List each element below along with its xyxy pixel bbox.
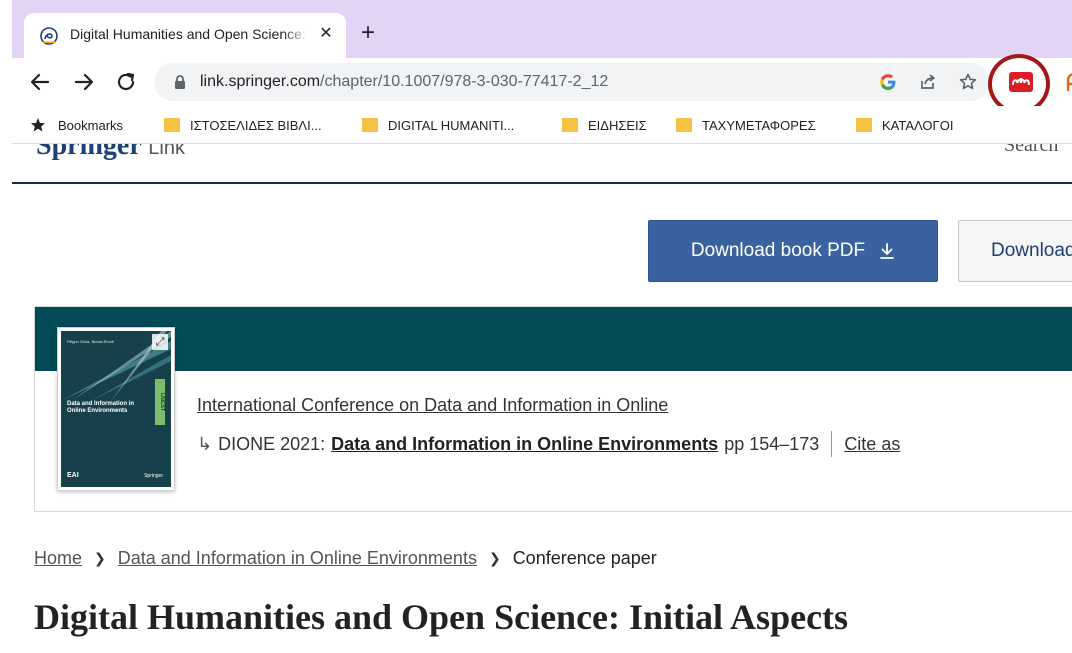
reload-button[interactable] xyxy=(110,66,142,98)
download-book-pdf-button[interactable]: Download book PDF xyxy=(648,220,938,282)
springer-link-logo[interactable]: Springer Link xyxy=(36,144,185,162)
url-text[interactable]: link.springer.com/chapter/10.1007/978-3-… xyxy=(200,73,608,91)
folder-icon xyxy=(362,118,378,132)
book-info-panel: Filippo Gioia, Nicola Ebolli Data and In… xyxy=(34,306,1072,512)
web-page: Springer Link Search Download book PDF D… xyxy=(12,144,1072,653)
cover-publisher-eai: EAI xyxy=(67,472,79,479)
folder-icon xyxy=(562,118,578,132)
site-search-link[interactable]: Search xyxy=(1004,144,1058,157)
book-series-line: ↳ DIONE 2021: Data and Information in On… xyxy=(197,431,900,457)
cover-publisher-springer: Springer xyxy=(144,473,163,479)
share-icon[interactable] xyxy=(916,70,940,94)
url-path: /chapter/10.1007/978-3-030-77417-2_12 xyxy=(320,73,609,90)
forward-button[interactable] xyxy=(68,66,100,98)
expand-cover-icon[interactable]: ⤢ xyxy=(152,334,168,350)
cover-series-strip: LNICST xyxy=(155,379,165,425)
book-title-link[interactable]: Data and Information in Online Environme… xyxy=(331,434,718,455)
cover-title: Data and Information in Online Environme… xyxy=(67,401,135,414)
download-book-epub-button[interactable]: Download xyxy=(958,220,1072,282)
bookmark-folder-taxymetafores[interactable]: ΤΑΧΥΜΕΤΑΦΟΡΕΣ xyxy=(676,115,816,135)
back-button[interactable] xyxy=(24,66,56,98)
springer-favicon-icon xyxy=(40,27,58,45)
breadcrumb-book[interactable]: Data and Information in Online Environme… xyxy=(118,548,477,569)
brand-name: Springer xyxy=(36,144,142,161)
star-icon xyxy=(31,118,45,132)
lock-icon xyxy=(175,75,185,89)
bookmark-label: ΙΣΤΟΣΕΛΙΔΕΣ ΒΙΒΛΙ... xyxy=(190,117,322,133)
bookmark-label: DIGITAL HUMANITI... xyxy=(388,117,515,133)
breadcrumb: Home ❯ Data and Information in Online En… xyxy=(34,548,657,569)
conference-link[interactable]: International Conference on Data and Inf… xyxy=(197,395,668,416)
book-header-band xyxy=(35,307,1072,371)
site-header: Springer Link Search xyxy=(12,144,1072,184)
folder-icon xyxy=(676,118,692,132)
browser-window: Digital Humanities and Open Science: Ini… xyxy=(0,0,1072,653)
breadcrumb-home[interactable]: Home xyxy=(34,548,82,569)
download-icon xyxy=(880,243,895,259)
folder-icon xyxy=(164,118,180,132)
bookmark-star-icon[interactable] xyxy=(956,70,980,94)
book-cover-image: Filippo Gioia, Nicola Ebolli Data and In… xyxy=(61,331,171,487)
chevron-right-icon: ❯ xyxy=(94,550,106,566)
bookmark-label: ΚΑΤΑΛΟΓΟΙ xyxy=(882,117,954,133)
bookmarks-menu[interactable]: Bookmarks xyxy=(30,115,123,135)
conference-acronym: DIONE 2021: xyxy=(218,433,326,454)
arrow-left-icon xyxy=(30,73,50,91)
folder-icon xyxy=(856,118,872,132)
cite-as-link[interactable]: Cite as xyxy=(844,434,900,455)
browser-toolbar: link.springer.com/chapter/10.1007/978-3-… xyxy=(12,58,1072,106)
chapter-title: Digital Humanities and Open Science: Ini… xyxy=(34,597,849,637)
reload-icon xyxy=(117,72,135,91)
brand-suffix: Link xyxy=(148,144,185,159)
cover-author: Filippo Gioia, Nicola Ebolli xyxy=(67,339,114,344)
bookmark-folder-istoselides[interactable]: ΙΣΤΟΣΕΛΙΔΕΣ ΒΙΒΛΙ... xyxy=(164,115,322,135)
breadcrumb-current: Conference paper xyxy=(512,548,657,568)
google-icon[interactable] xyxy=(876,70,900,94)
bookmarks-bar: Bookmarks ΙΣΤΟΣΕΛΙΔΕΣ ΒΙΒΛΙ... DIGITAL H… xyxy=(12,106,1072,144)
browser-tab[interactable]: Digital Humanities and Open Science: Ini… xyxy=(24,13,346,58)
tab-strip: Digital Humanities and Open Science: Ini… xyxy=(12,0,1072,58)
highlight-circle xyxy=(988,54,1050,114)
return-arrow-icon: ↳ xyxy=(197,433,213,454)
bookmark-label: ΕΙΔΗΣΕΙΣ xyxy=(588,117,647,133)
download-book-pdf-label: Download book PDF xyxy=(690,240,866,261)
bookmark-folder-katalogoi[interactable]: ΚΑΤΑΛΟΓΟΙ xyxy=(856,115,953,135)
extension-icon[interactable] xyxy=(1060,68,1072,96)
tab-close-icon[interactable]: ✕ xyxy=(316,24,336,44)
bookmark-folder-digital-humanities[interactable]: DIGITAL HUMANITI... xyxy=(362,115,514,135)
bookmark-folder-eidiseis[interactable]: ΕΙΔΗΣΕΙΣ xyxy=(562,115,647,135)
new-tab-button[interactable]: + xyxy=(354,20,382,48)
bookmark-label: Bookmarks xyxy=(58,117,124,133)
header-divider xyxy=(12,182,1072,184)
download-secondary-label: Download xyxy=(991,240,1072,261)
chevron-right-icon: ❯ xyxy=(488,550,501,566)
bookmark-label: ΤΑΧΥΜΕΤΑΦΟΡΕΣ xyxy=(702,117,816,133)
book-cover[interactable]: Filippo Gioia, Nicola Ebolli Data and In… xyxy=(57,327,175,491)
address-bar[interactable]: link.springer.com/chapter/10.1007/978-3-… xyxy=(154,63,990,101)
page-range: pp 154–173 xyxy=(724,433,820,454)
divider xyxy=(831,431,833,457)
arrow-right-icon xyxy=(74,73,94,91)
url-host: link.springer.com xyxy=(200,73,321,90)
tab-title: Digital Humanities and Open Science: Ini… xyxy=(70,26,310,42)
